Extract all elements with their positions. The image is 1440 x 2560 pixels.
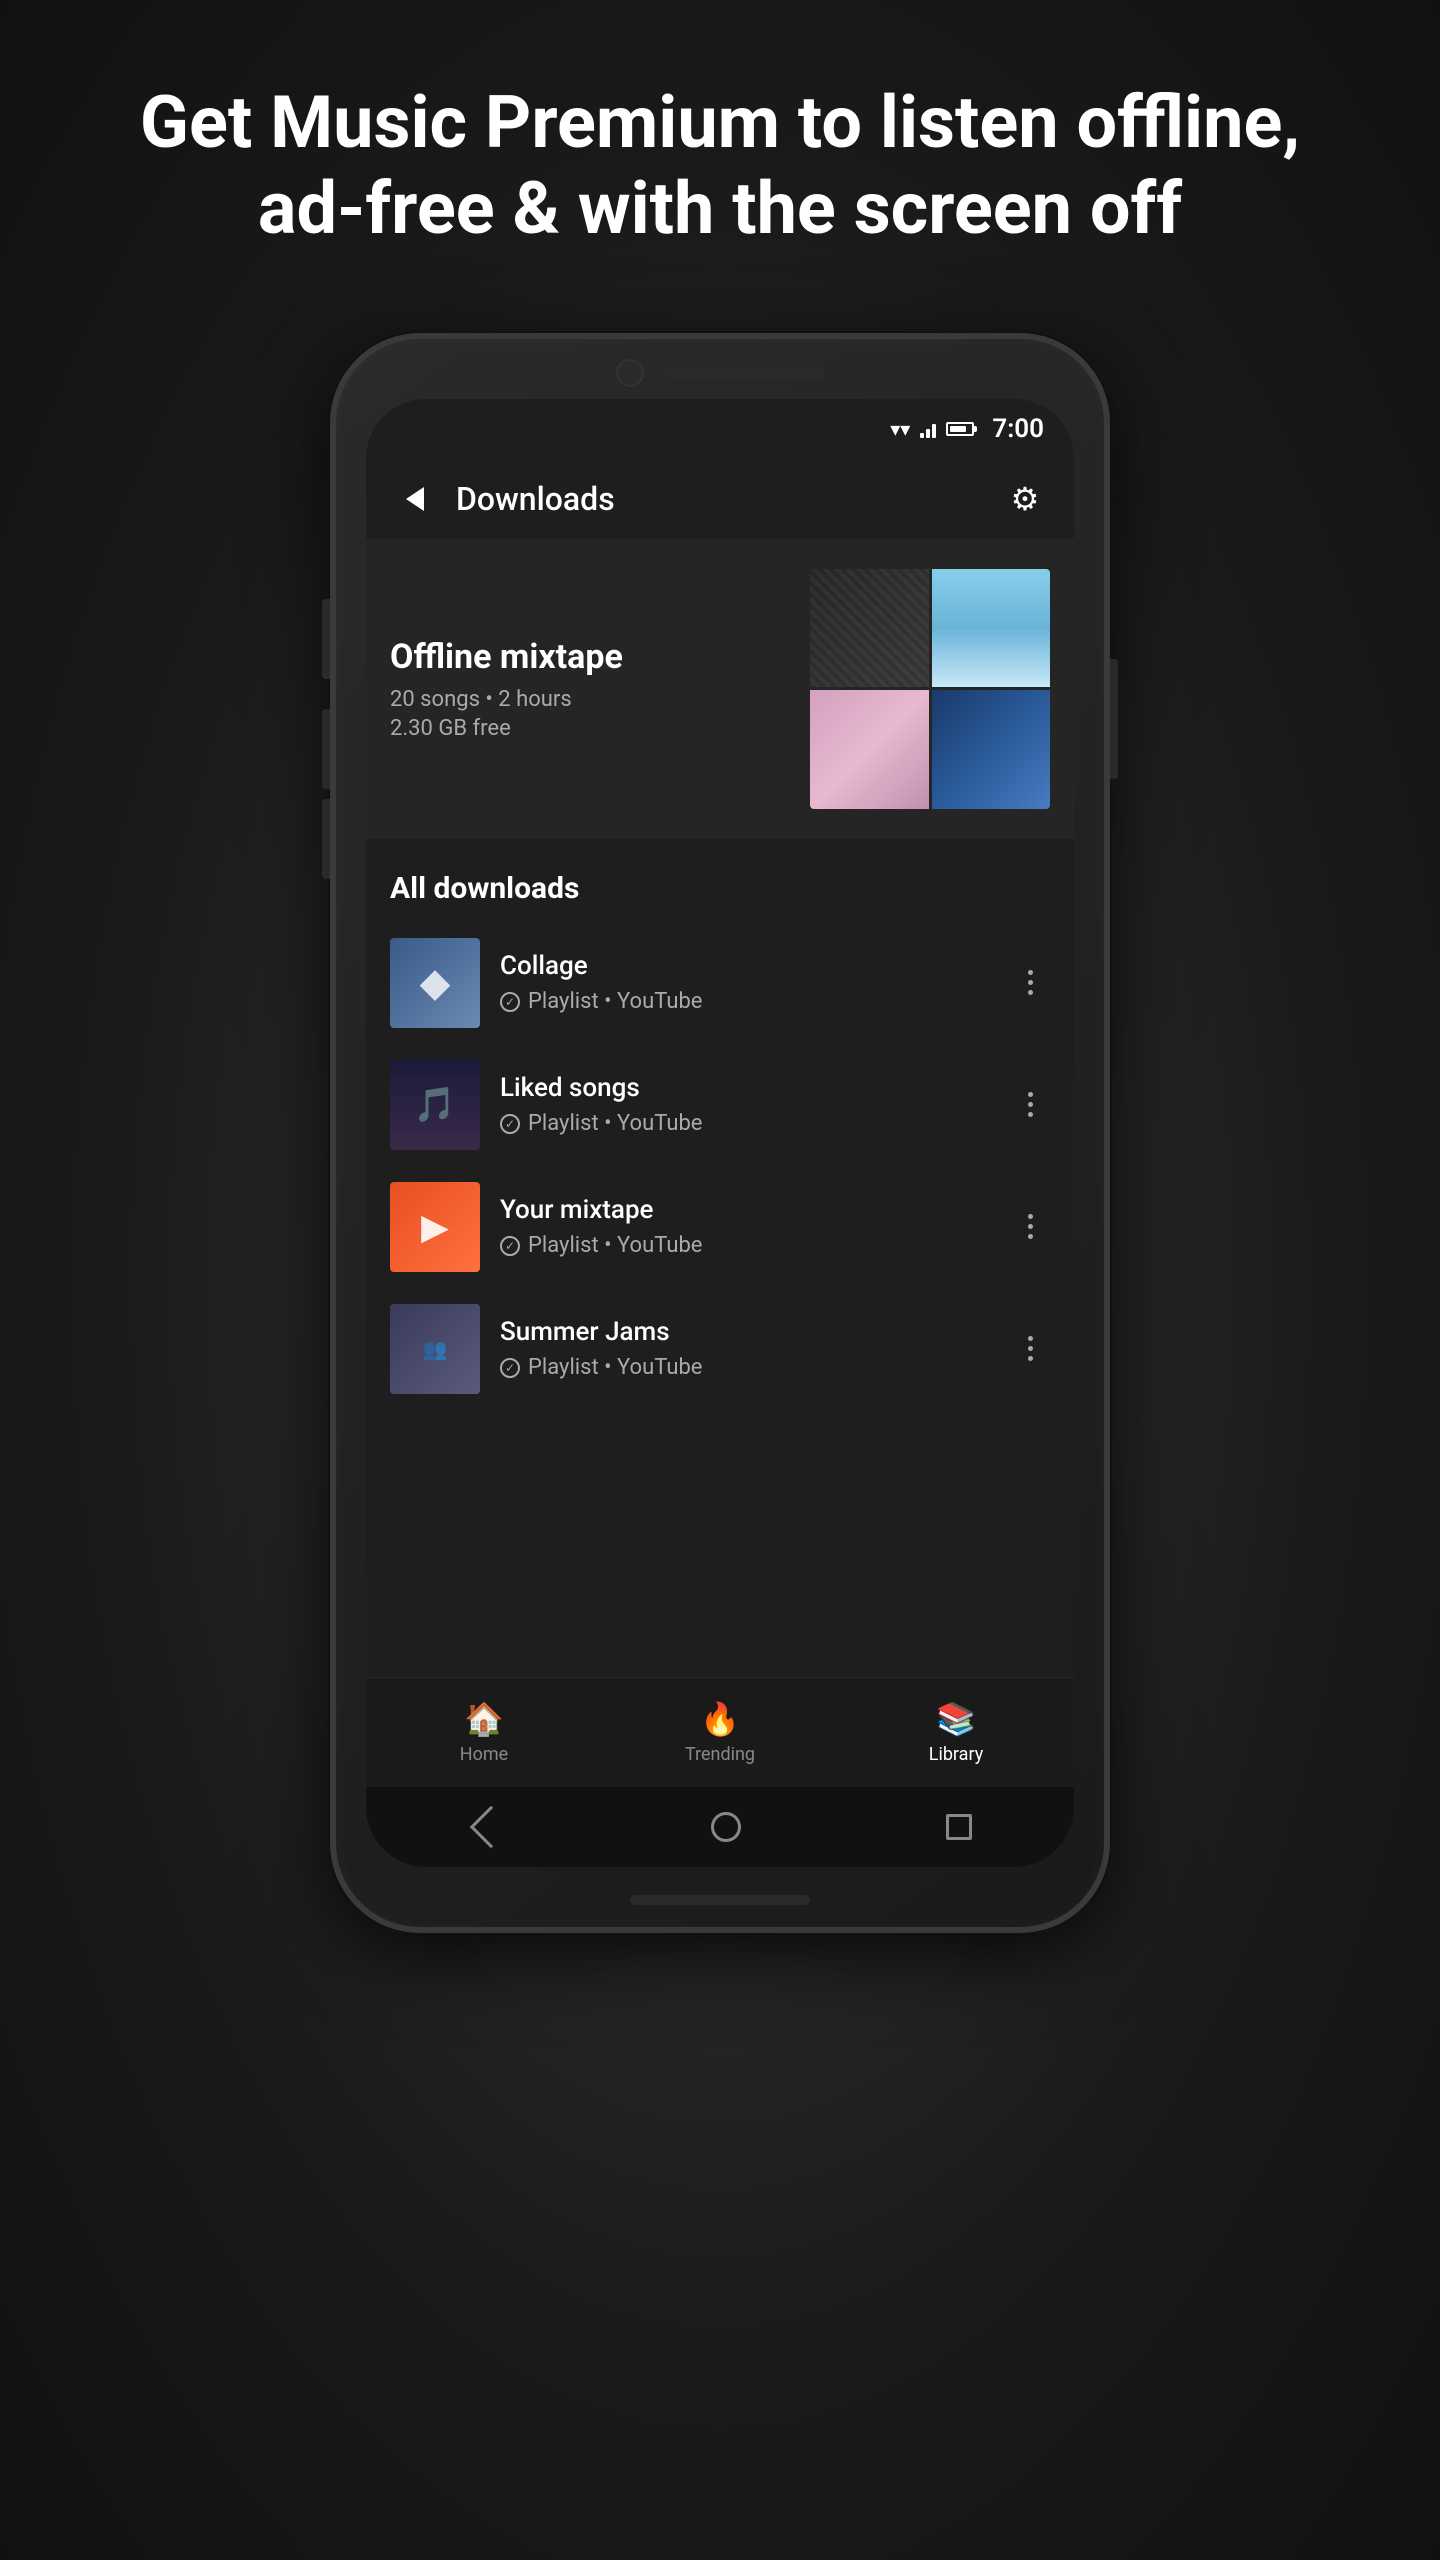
phone-mockup: ▾▾ 7:00	[330, 333, 1110, 1933]
mixtape-meta: 20 songs • 2 hours	[390, 687, 810, 712]
android-back-icon[interactable]	[470, 1806, 512, 1848]
nav-home[interactable]: 🏠 Home	[366, 1700, 602, 1765]
settings-button[interactable]: ⚙	[1000, 474, 1050, 524]
library-icon: 📚	[936, 1700, 976, 1738]
headline-text: Get Music Premium to listen offline, ad-…	[0, 0, 1440, 313]
more-dot	[1028, 1214, 1033, 1219]
battery-icon	[946, 422, 974, 436]
more-options-button[interactable]	[1010, 1085, 1050, 1125]
android-home-icon[interactable]	[711, 1812, 741, 1842]
camera	[616, 359, 644, 387]
summer-art: 👥	[390, 1304, 480, 1394]
more-options-button[interactable]	[1010, 1329, 1050, 1369]
album-art-3	[810, 690, 929, 809]
signal-icon	[920, 420, 936, 438]
playlist-name: Your mixtape	[500, 1195, 1010, 1225]
playlist-name: Collage	[500, 951, 1010, 981]
playlist-sub: Playlist • YouTube	[500, 1355, 1010, 1380]
downloaded-check-icon	[500, 992, 520, 1012]
phone-shell: ▾▾ 7:00	[330, 333, 1110, 1933]
downloaded-check-icon	[500, 1358, 520, 1378]
more-dot	[1028, 1092, 1033, 1097]
home-icon: 🏠	[464, 1700, 504, 1738]
status-time: 7:00	[992, 414, 1044, 444]
playlist-info-collage: Collage Playlist • YouTube	[500, 951, 1010, 1014]
liked-art: 🎵	[390, 1060, 480, 1150]
more-options-button[interactable]	[1010, 963, 1050, 1003]
playlist-thumb-mixtape	[390, 1182, 480, 1272]
nav-library[interactable]: 📚 Library	[838, 1700, 1074, 1765]
playlist-thumb-liked: 🎵	[390, 1060, 480, 1150]
more-options-button[interactable]	[1010, 1207, 1050, 1247]
back-button[interactable]	[390, 474, 440, 524]
playlist-info-summer: Summer Jams Playlist • YouTube	[500, 1317, 1010, 1380]
offline-mixtape-section[interactable]: Offline mixtape 20 songs • 2 hours 2.30 …	[366, 539, 1074, 839]
nav-home-label: Home	[460, 1744, 508, 1765]
more-dot	[1028, 1234, 1033, 1239]
bottom-nav: 🏠 Home 🔥 Trending 📚 Library	[366, 1677, 1074, 1787]
more-dot	[1028, 1112, 1033, 1117]
album-art-1	[810, 569, 929, 688]
nav-library-label: Library	[929, 1744, 984, 1765]
list-item[interactable]: Collage Playlist • YouTube	[366, 922, 1074, 1044]
mixtape-title: Offline mixtape	[390, 637, 810, 677]
android-nav-bar	[366, 1787, 1074, 1867]
album-art-4	[932, 690, 1051, 809]
phone-bottom-speaker	[630, 1895, 810, 1905]
status-bar: ▾▾ 7:00	[366, 399, 1074, 459]
playlist-info-liked: Liked songs Playlist • YouTube	[500, 1073, 1010, 1136]
list-item[interactable]: Your mixtape Playlist • YouTube	[366, 1166, 1074, 1288]
more-dot	[1028, 1346, 1033, 1351]
playlist-sub: Playlist • YouTube	[500, 1111, 1010, 1136]
mixtape-info: Offline mixtape 20 songs • 2 hours 2.30 …	[390, 637, 810, 741]
downloaded-check-icon	[500, 1114, 520, 1134]
app-header: Downloads ⚙	[366, 459, 1074, 539]
downloads-section: All downloads Collage Playlist • YouTube	[366, 851, 1074, 1677]
speaker-top	[664, 367, 824, 379]
phone-screen: ▾▾ 7:00	[366, 399, 1074, 1867]
list-item[interactable]: 👥 Summer Jams Playlist • YouTube	[366, 1288, 1074, 1410]
trending-icon: 🔥	[700, 1700, 740, 1738]
playlist-sub: Playlist • YouTube	[500, 1233, 1010, 1258]
album-art-2	[932, 569, 1051, 688]
more-dot	[1028, 990, 1033, 995]
gear-icon: ⚙	[1011, 480, 1040, 518]
more-dot	[1028, 1102, 1033, 1107]
playlist-sub: Playlist • YouTube	[500, 989, 1010, 1014]
nav-trending-label: Trending	[685, 1744, 755, 1765]
back-arrow-icon	[406, 487, 424, 511]
wifi-icon: ▾▾	[890, 417, 910, 441]
more-dot	[1028, 1336, 1033, 1341]
page-title: Downloads	[440, 480, 1000, 518]
nav-trending[interactable]: 🔥 Trending	[602, 1700, 838, 1765]
list-item[interactable]: 🎵 Liked songs Playlist • YouTube	[366, 1044, 1074, 1166]
playlist-thumb-collage	[390, 938, 480, 1028]
more-dot	[1028, 970, 1033, 975]
playlist-thumb-summer: 👥	[390, 1304, 480, 1394]
playlist-name: Liked songs	[500, 1073, 1010, 1103]
downloaded-check-icon	[500, 1236, 520, 1256]
phone-top-bar	[616, 359, 824, 387]
playlist-name: Summer Jams	[500, 1317, 1010, 1347]
status-icons: ▾▾ 7:00	[890, 414, 1044, 444]
more-dot	[1028, 980, 1033, 985]
mixtape-album-grid	[810, 569, 1050, 809]
android-recent-icon[interactable]	[946, 1814, 972, 1840]
all-downloads-title: All downloads	[366, 851, 1074, 922]
more-dot	[1028, 1356, 1033, 1361]
playlist-info-mixtape: Your mixtape Playlist • YouTube	[500, 1195, 1010, 1258]
more-dot	[1028, 1224, 1033, 1229]
mixtape-storage: 2.30 GB free	[390, 716, 810, 741]
